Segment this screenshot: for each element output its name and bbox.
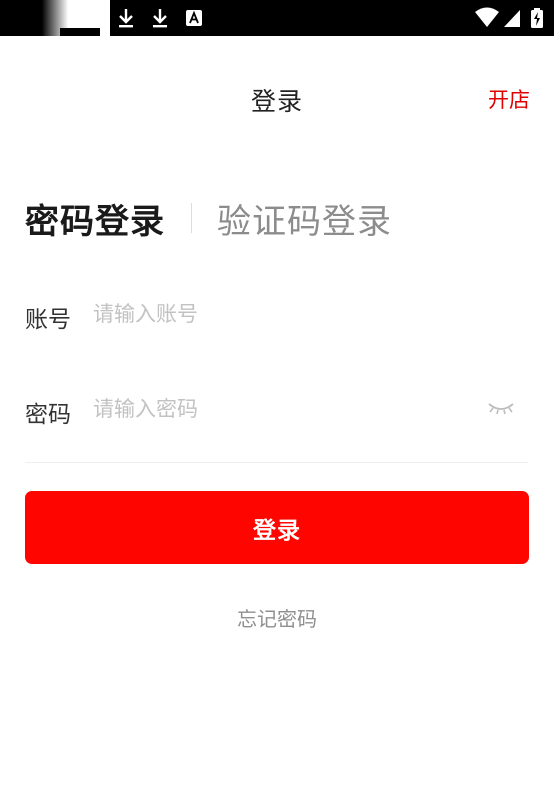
- download-icon: [150, 6, 172, 30]
- field-divider: [25, 462, 528, 463]
- download-icon: [116, 6, 138, 30]
- wifi-icon: [474, 6, 500, 30]
- account-field: 账号: [25, 290, 528, 340]
- header: 登录 开店: [0, 36, 554, 158]
- status-bar: [0, 0, 554, 36]
- cellular-signal-icon: [502, 6, 524, 30]
- password-field: 密码: [25, 385, 528, 435]
- forgot-password-link[interactable]: 忘记密码: [0, 603, 554, 632]
- tab-code-login[interactable]: 验证码登录: [217, 194, 392, 243]
- login-mode-tabs: 密码登录 验证码登录: [25, 190, 392, 246]
- login-screen: 登录 开店 密码登录 验证码登录 账号 密码 登录 忘记密码: [0, 0, 554, 787]
- login-button[interactable]: 登录: [25, 491, 529, 564]
- tab-password-login[interactable]: 密码登录: [25, 194, 165, 243]
- password-label: 密码: [25, 402, 71, 428]
- open-store-button[interactable]: 开店: [488, 84, 530, 114]
- tab-divider: [191, 203, 192, 233]
- app-a-icon: [185, 6, 207, 30]
- battery-charging-icon: [530, 6, 544, 30]
- password-input[interactable]: [93, 391, 473, 427]
- eye-closed-icon[interactable]: [486, 397, 516, 419]
- notification-box-icon: [84, 6, 106, 30]
- page-title: 登录: [250, 87, 303, 116]
- account-label: 账号: [25, 307, 71, 333]
- account-input[interactable]: [93, 296, 473, 332]
